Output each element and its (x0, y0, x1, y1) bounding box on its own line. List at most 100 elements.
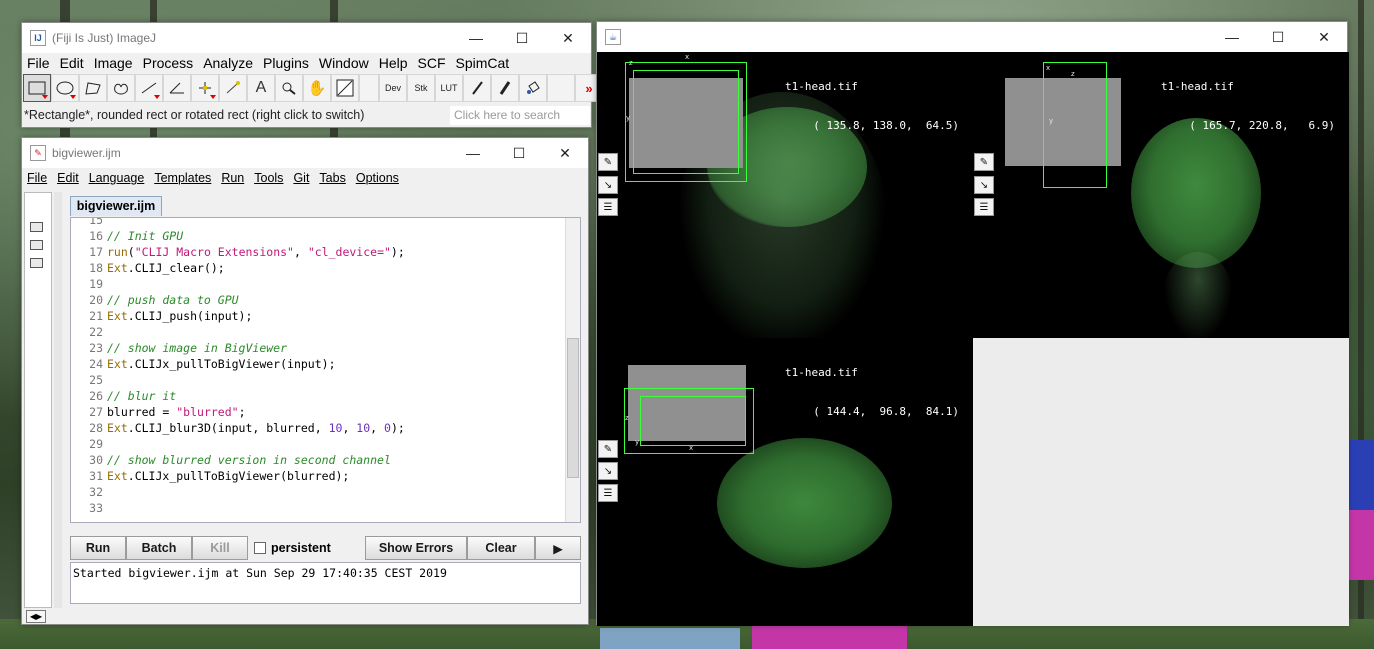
code-line[interactable]: 32 (71, 484, 405, 500)
flood-fill-icon[interactable] (519, 74, 547, 102)
lut-menu-button[interactable]: LUT (435, 74, 463, 102)
menu-spimcat[interactable]: SpimCat (451, 53, 515, 73)
code-line[interactable]: 26 // blur it (71, 388, 405, 404)
settings-list-icon[interactable]: ☰ (598, 484, 618, 502)
close-button[interactable]: ✕ (542, 138, 588, 168)
line-tool-icon[interactable] (135, 74, 163, 102)
scroll-arrows-icon[interactable]: ◀▶ (26, 610, 46, 623)
editor-titlebar[interactable]: ✎ bigviewer.ijm — ☐ ✕ (22, 138, 588, 168)
show-errors-button[interactable]: Show Errors (365, 536, 467, 560)
close-button[interactable]: ✕ (1301, 22, 1347, 52)
imagej-titlebar[interactable]: IJ (Fiji Is Just) ImageJ — ☐ ✕ (22, 23, 591, 53)
menu-help[interactable]: Help (374, 53, 413, 73)
settings-list-icon[interactable]: ☰ (598, 198, 618, 216)
empty-tool-slot[interactable] (547, 74, 575, 102)
code-line[interactable]: 22 (71, 324, 405, 340)
camera-icon[interactable]: ↘ (598, 176, 618, 194)
menu-image[interactable]: Image (89, 53, 138, 73)
magnifier-icon[interactable] (275, 74, 303, 102)
minimize-button[interactable]: — (1209, 22, 1255, 52)
code-line[interactable]: 33 (71, 500, 405, 516)
code-line[interactable]: 24 Ext.CLIJx_pullToBigViewer(input); (71, 356, 405, 372)
sagittal-view-pane[interactable]: x y z t1-head.tif ( 135.8, 138.0, 64.5) … (597, 52, 973, 338)
menu-plugins[interactable]: Plugins (258, 53, 314, 73)
folder-icon[interactable] (30, 258, 43, 268)
run-button[interactable]: Run (70, 536, 126, 560)
viewer-titlebar[interactable]: ☕ — ☐ ✕ (597, 22, 1347, 52)
file-tree-panel[interactable] (24, 192, 52, 608)
eyedropper-icon[interactable]: ✎ (598, 440, 618, 458)
scrollbar-thumb[interactable] (567, 338, 579, 478)
menu-scf[interactable]: SCF (413, 53, 451, 73)
pencil-icon[interactable] (463, 74, 491, 102)
settings-list-icon[interactable]: ☰ (974, 198, 994, 216)
clear-button[interactable]: Clear (467, 536, 535, 560)
menu-edit[interactable]: Edit (55, 53, 89, 73)
play-button[interactable]: ▶ (535, 536, 581, 560)
hand-icon[interactable]: ✋ (303, 74, 331, 102)
maximize-button[interactable]: ☐ (499, 23, 545, 53)
checkbox-box[interactable] (254, 542, 266, 554)
maximize-button[interactable]: ☐ (496, 138, 542, 168)
oval-tool-icon[interactable] (51, 74, 79, 102)
kill-button[interactable]: Kill (192, 536, 248, 560)
editor-menu-git[interactable]: Git (288, 168, 314, 188)
point-tool-icon[interactable] (191, 74, 219, 102)
rectangle-tool-icon[interactable] (23, 74, 51, 102)
menu-file[interactable]: File (22, 53, 55, 73)
minimize-button[interactable]: — (450, 138, 496, 168)
eyedropper-icon[interactable]: ✎ (598, 153, 618, 171)
freehand-tool-icon[interactable] (107, 74, 135, 102)
code-line[interactable]: 25 (71, 372, 405, 388)
split-pane-handle[interactable] (54, 192, 62, 608)
axial-view-pane[interactable]: x y z t1-head.tif ( 144.4, 96.8, 84.1) ✎… (597, 338, 973, 626)
maximize-button[interactable]: ☐ (1255, 22, 1301, 52)
editor-menu-tabs[interactable]: Tabs (314, 168, 350, 188)
editor-menu-run[interactable]: Run (216, 168, 249, 188)
eyedropper-icon[interactable]: ✎ (974, 153, 994, 171)
code-line[interactable]: 20 // push data to GPU (71, 292, 405, 308)
close-button[interactable]: ✕ (545, 23, 591, 53)
camera-icon[interactable]: ↘ (974, 176, 994, 194)
folder-icon[interactable] (30, 240, 43, 250)
folder-icon[interactable] (30, 222, 43, 232)
code-scrollbar[interactable] (565, 218, 580, 522)
editor-menu-edit[interactable]: Edit (52, 168, 84, 188)
editor-menu-language[interactable]: Language (84, 168, 150, 188)
editor-menu-tools[interactable]: Tools (249, 168, 288, 188)
minimize-button[interactable]: — (453, 23, 499, 53)
search-input[interactable]: Click here to search (450, 106, 590, 125)
camera-icon[interactable]: ↘ (598, 462, 618, 480)
dev-menu-button[interactable]: Dev (379, 74, 407, 102)
color-picker-icon[interactable] (331, 74, 359, 102)
wand-tool-icon[interactable] (219, 74, 247, 102)
polygon-tool-icon[interactable] (79, 74, 107, 102)
menu-process[interactable]: Process (138, 53, 199, 73)
code-line[interactable]: 17 run("CLIJ Macro Extensions", "cl_devic… (71, 244, 405, 260)
angle-tool-icon[interactable] (163, 74, 191, 102)
menu-window[interactable]: Window (314, 53, 374, 73)
code-line[interactable]: 29 (71, 436, 405, 452)
code-line[interactable]: 19 (71, 276, 405, 292)
code-line[interactable]: 15 (71, 218, 405, 228)
code-line[interactable]: 21 Ext.CLIJ_push(input); (71, 308, 405, 324)
code-line[interactable]: 18 Ext.CLIJ_clear(); (71, 260, 405, 276)
code-line[interactable]: 23 // show image in BigViewer (71, 340, 405, 356)
stk-menu-button[interactable]: Stk (407, 74, 435, 102)
editor-menu-templates[interactable]: Templates (149, 168, 216, 188)
code-line[interactable]: 16 // Init GPU (71, 228, 405, 244)
text-tool-icon[interactable]: A (247, 74, 275, 102)
persistent-checkbox[interactable]: persistent (248, 536, 365, 560)
output-console[interactable]: Started bigviewer.ijm at Sun Sep 29 17:4… (70, 562, 581, 604)
batch-button[interactable]: Batch (126, 536, 192, 560)
menu-analyze[interactable]: Analyze (198, 53, 258, 73)
editor-menu-options[interactable]: Options (351, 168, 404, 188)
code-line[interactable]: 27 blurred = "blurred"; (71, 404, 405, 420)
code-line[interactable]: 30 // show blurred version in second chan… (71, 452, 405, 468)
tab-bigviewer[interactable]: bigviewer.ijm (70, 196, 162, 216)
editor-menu-file[interactable]: File (22, 168, 52, 188)
code-editor[interactable]: 15 16 // Init GPU 17 run("CLIJ Macro Extensi… (70, 217, 581, 523)
coronal-view-pane[interactable]: x y z t1-head.tif ( 165.7, 220.8, 6.9) ✎… (973, 52, 1349, 338)
brush-icon[interactable] (491, 74, 519, 102)
code-line[interactable]: 28 Ext.CLIJ_blur3D(input, blurred, 10, 10… (71, 420, 405, 436)
